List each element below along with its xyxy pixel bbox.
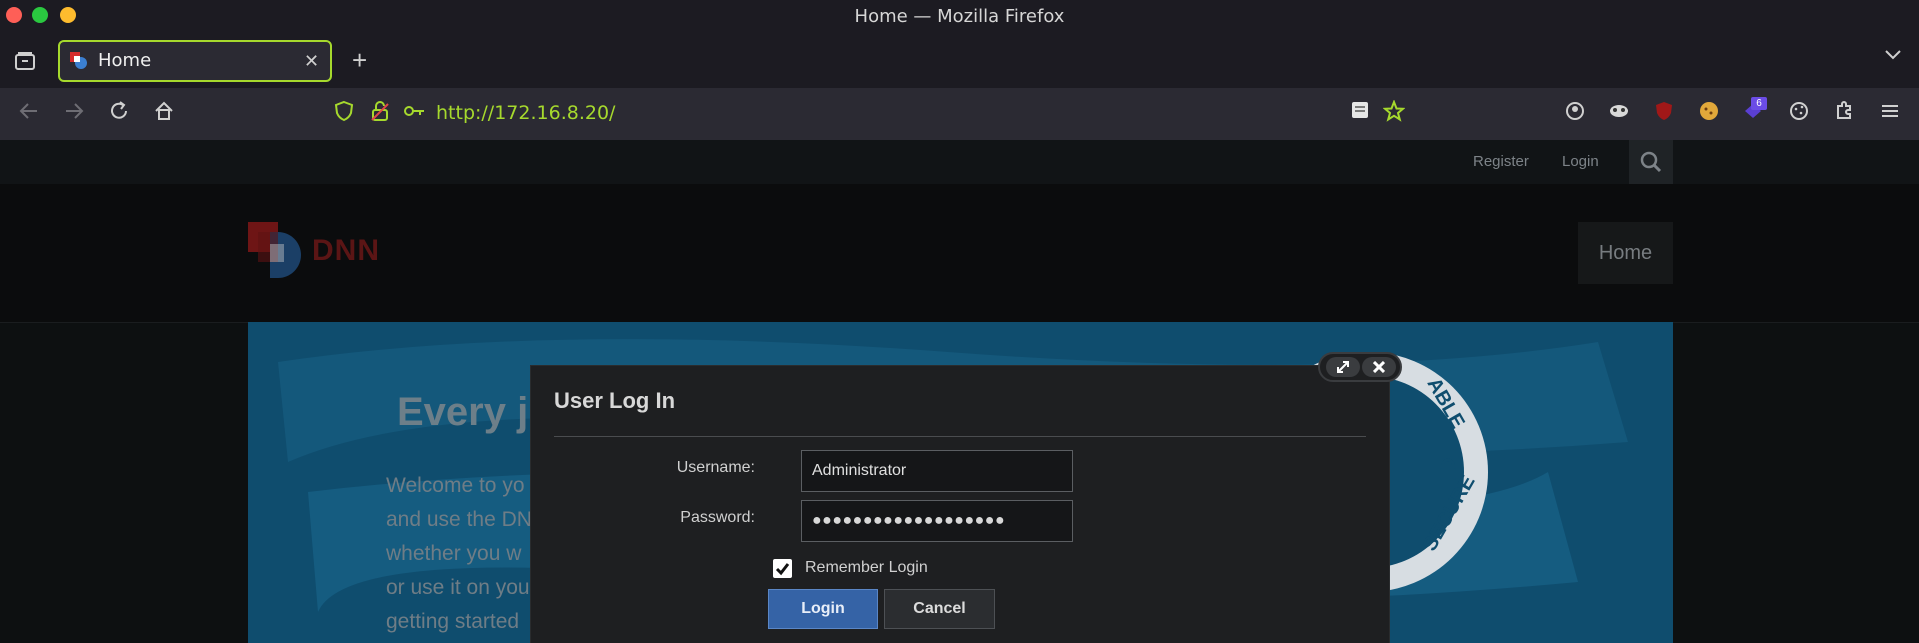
password-field[interactable]: ●●●●●●●●●●●●●●●●●●● — [801, 500, 1073, 542]
nav-home[interactable]: Home — [1578, 222, 1673, 284]
saved-logins-key-icon[interactable] — [403, 100, 427, 129]
insecure-lock-icon[interactable] — [369, 100, 391, 129]
username-label: Username: — [676, 459, 755, 476]
list-all-tabs-button[interactable] — [1884, 48, 1902, 66]
tab-close-icon[interactable]: ✕ — [304, 42, 319, 80]
dialog-controls — [1318, 352, 1402, 382]
firefox-view-icon[interactable] — [14, 50, 36, 77]
hero-text-line: or use it on you — [386, 576, 530, 599]
remember-login-checkbox[interactable] — [773, 559, 792, 578]
register-link[interactable]: Register — [1473, 153, 1529, 170]
back-button[interactable] — [18, 100, 40, 129]
close-dialog-icon[interactable] — [1362, 357, 1396, 377]
url-host: 172.16.8.20 — [494, 102, 610, 124]
badge-lock-icon — [1438, 458, 1458, 487]
hero-title: Every j — [397, 390, 529, 434]
hero-text-line: Welcome to yo — [386, 474, 525, 497]
cookie-extension-icon[interactable] — [1698, 100, 1720, 129]
username-field[interactable]: Administrator — [801, 450, 1073, 492]
checkmark-icon — [775, 563, 790, 576]
navigation-toolbar — [0, 88, 1919, 140]
login-link[interactable]: Login — [1562, 153, 1599, 170]
dialog-title: User Log In — [554, 388, 676, 413]
tracking-protection-shield-icon[interactable] — [333, 100, 355, 129]
dnn-favicon-icon — [70, 52, 88, 70]
window-title: Home — Mozilla Firefox — [854, 6, 1065, 27]
dialog-divider — [554, 436, 1366, 437]
extension-badge-count: 6 — [1751, 97, 1767, 110]
url-path: / — [609, 102, 616, 124]
cookie-editor-icon[interactable] — [1788, 100, 1810, 129]
cancel-button[interactable]: Cancel — [884, 589, 995, 629]
password-label: Password: — [680, 509, 755, 526]
dnn-logo-text: DNN — [312, 234, 380, 267]
hero-text-line: getting started — [386, 610, 520, 633]
bookmark-star-icon[interactable] — [1382, 99, 1406, 129]
tab-label: Home — [98, 50, 152, 71]
account-icon[interactable] — [1564, 100, 1586, 129]
menu-hamburger-icon[interactable] — [1879, 100, 1901, 129]
reader-view-icon[interactable] — [1350, 100, 1370, 127]
home-button[interactable] — [153, 100, 175, 129]
hero-text-line: whether you w — [386, 542, 522, 565]
hero-text-line: and use the DN — [386, 508, 532, 531]
remember-login-label[interactable]: Remember Login — [805, 559, 928, 577]
ublock-origin-icon[interactable] — [1653, 100, 1675, 129]
search-icon — [1640, 151, 1662, 173]
reload-button[interactable] — [108, 100, 130, 129]
maximize-dialog-icon[interactable] — [1326, 357, 1360, 377]
new-tab-button[interactable]: + — [352, 46, 367, 74]
site-search-button[interactable] — [1629, 140, 1673, 184]
url-scheme: http:// — [436, 102, 495, 124]
login-button[interactable]: Login — [768, 589, 878, 629]
tab-home[interactable]: Home ✕ — [58, 40, 332, 82]
dnn-logo[interactable]: DNN — [248, 222, 398, 280]
extensions-puzzle-icon[interactable] — [1833, 100, 1855, 129]
forward-button[interactable] — [63, 100, 85, 129]
extension-mask-icon[interactable] — [1608, 100, 1630, 129]
url-bar[interactable]: http://172.16.8.20/ — [436, 102, 615, 124]
